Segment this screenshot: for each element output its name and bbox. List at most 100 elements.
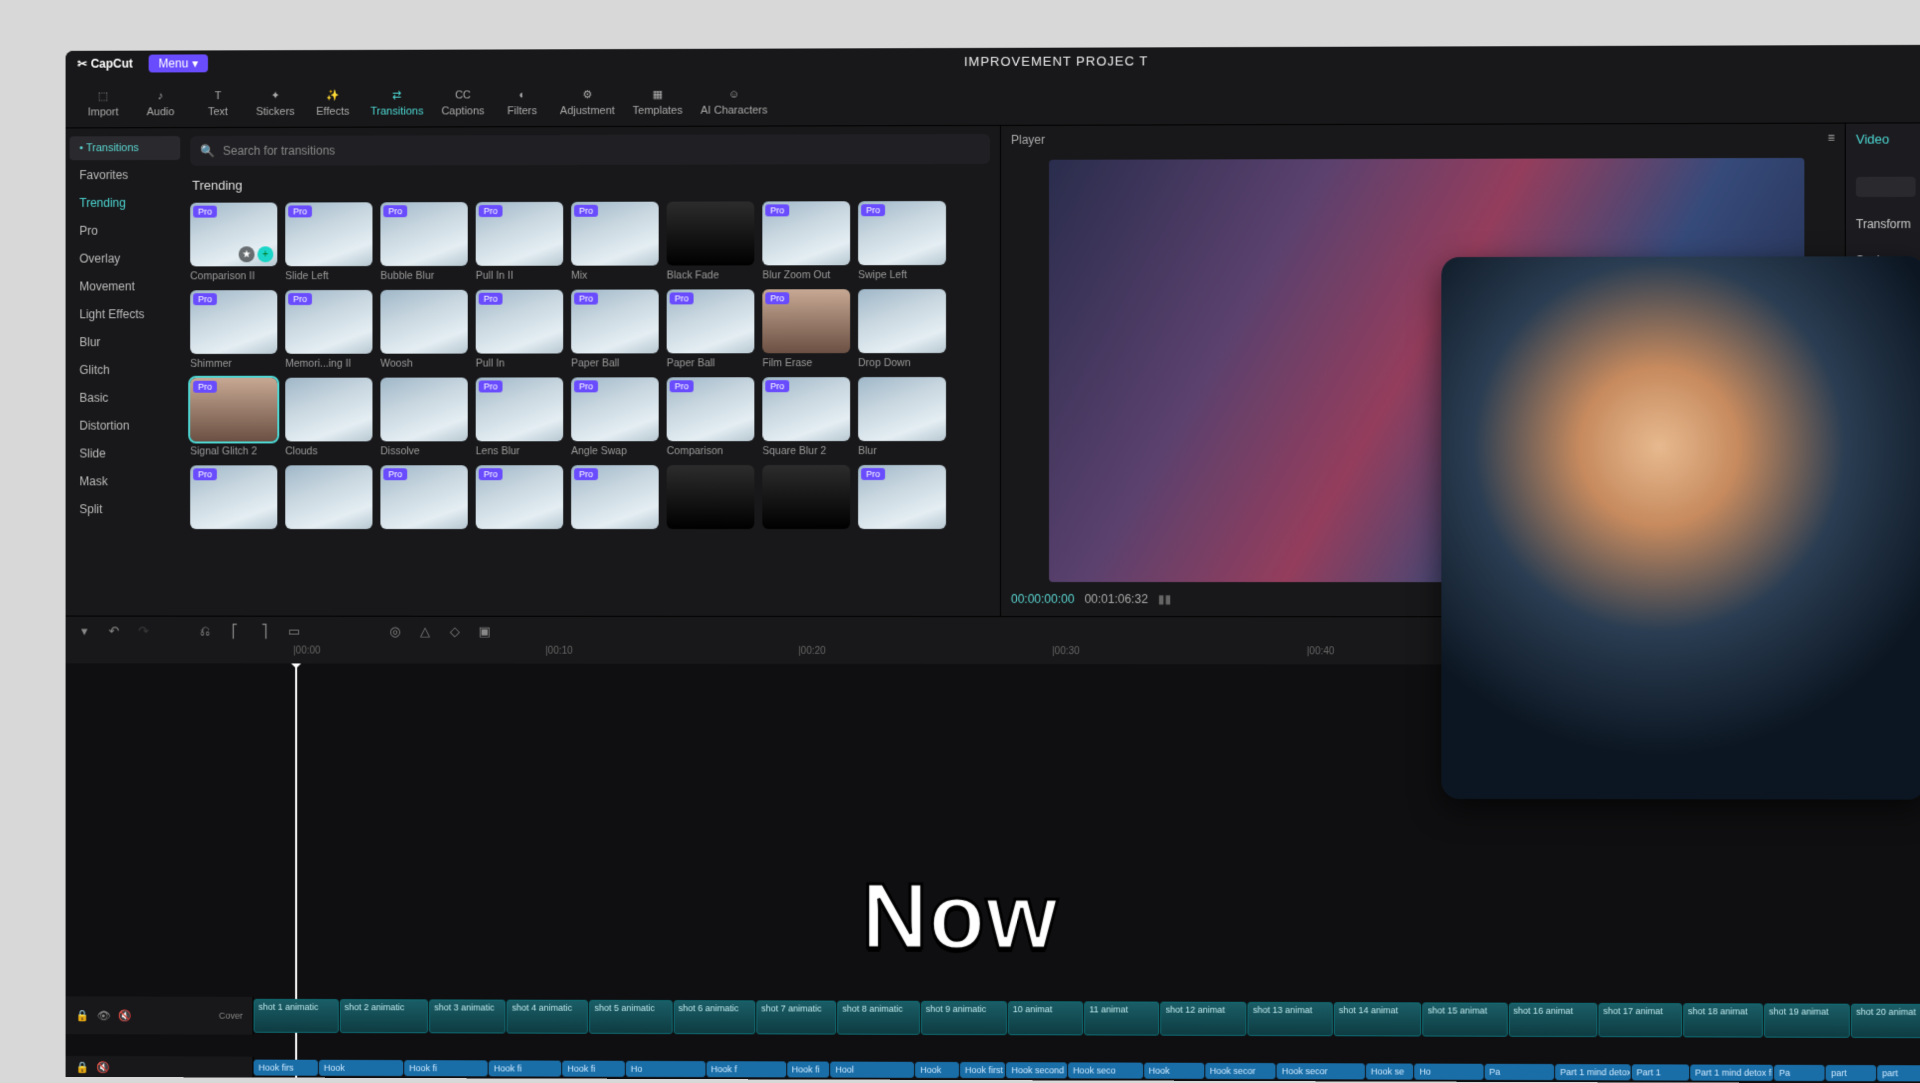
- audio-clip[interactable]: Hook f: [706, 1061, 786, 1077]
- category-trending[interactable]: Trending: [70, 190, 181, 216]
- audio-clip[interactable]: Hook se: [1366, 1063, 1413, 1079]
- transition-thumb[interactable]: Pro: [190, 465, 277, 533]
- audio-track-body[interactable]: Hook firsHookHook fiHook fiHook fiHoHook…: [254, 1057, 1920, 1083]
- audio-clip[interactable]: Hook firs: [254, 1060, 318, 1076]
- category-split[interactable]: Split: [70, 496, 181, 522]
- lock-icon[interactable]: 🔒: [75, 1009, 89, 1022]
- audio-clip[interactable]: part: [1877, 1065, 1920, 1081]
- split-icon[interactable]: ⎌: [196, 622, 214, 640]
- transition-thumb[interactable]: Pro: [571, 465, 659, 533]
- tool-adjustment[interactable]: ⚙Adjustment: [554, 81, 621, 121]
- audio-clip[interactable]: part: [1826, 1065, 1876, 1081]
- transition-thumb[interactable]: Pro: [858, 465, 946, 533]
- transition-thumb[interactable]: Pro: [476, 465, 563, 533]
- audio-clip[interactable]: Hook: [915, 1062, 959, 1078]
- delete-icon[interactable]: ▭: [285, 622, 303, 640]
- transition-thumb[interactable]: ProSwipe Left: [858, 201, 946, 281]
- favorite-icon[interactable]: ★: [239, 246, 255, 262]
- transition-thumb[interactable]: ProPaper Ball: [571, 289, 659, 369]
- video-clip[interactable]: shot 12 animat: [1161, 1002, 1247, 1036]
- transition-thumb[interactable]: ProPaper Ball: [667, 289, 755, 369]
- tool-ai-characters[interactable]: ☺AI Characters: [695, 80, 774, 120]
- audio-clip[interactable]: Hook: [1144, 1063, 1204, 1079]
- video-clip[interactable]: shot 16 animat: [1508, 1003, 1597, 1037]
- split-left-icon[interactable]: ⎡: [226, 622, 244, 640]
- transition-thumb[interactable]: Pro: [380, 465, 467, 533]
- audio-clip[interactable]: Hook secor: [1277, 1063, 1365, 1079]
- props-tab-video[interactable]: Video: [1856, 131, 1916, 146]
- video-clip[interactable]: shot 2 animatic: [340, 999, 429, 1033]
- audio-clip[interactable]: Part 1 mind detox first paragraph.mp: [1690, 1064, 1773, 1080]
- transition-thumb[interactable]: [762, 465, 850, 533]
- category-light-effects[interactable]: Light Effects: [70, 301, 181, 327]
- cover-button[interactable]: Cover: [219, 1011, 243, 1021]
- tool-transitions[interactable]: ⇄Transitions: [365, 81, 430, 121]
- transition-thumb[interactable]: ProMix: [571, 202, 659, 282]
- video-clip[interactable]: shot 17 animat: [1598, 1003, 1682, 1037]
- audio-clip[interactable]: Hook fi: [404, 1060, 488, 1076]
- transition-thumb[interactable]: [667, 465, 755, 533]
- audio-clip[interactable]: Part 1: [1631, 1064, 1689, 1080]
- tool-filters[interactable]: ◐Filters: [496, 81, 548, 121]
- transition-thumb[interactable]: [285, 465, 372, 533]
- transition-thumb[interactable]: ProSignal Glitch 2: [190, 378, 277, 458]
- video-clip[interactable]: shot 7 animatic: [756, 1000, 836, 1034]
- audio-clip[interactable]: Pa: [1484, 1064, 1554, 1080]
- category-blur[interactable]: Blur: [70, 329, 181, 355]
- video-clip[interactable]: shot 19 animat: [1764, 1003, 1850, 1037]
- category-distortion[interactable]: Distortion: [70, 413, 181, 439]
- tool-templates[interactable]: ▦Templates: [627, 80, 689, 120]
- audio-clip[interactable]: Hook fi: [787, 1061, 830, 1077]
- record-icon[interactable]: ◎: [386, 622, 404, 640]
- scrubber-icon[interactable]: ▮▮: [1158, 592, 1171, 606]
- category-glitch[interactable]: Glitch: [70, 357, 181, 383]
- crop-icon[interactable]: ▣: [476, 622, 494, 640]
- tool-effects[interactable]: ✨Effects: [307, 81, 359, 121]
- transition-thumb[interactable]: ProPull In: [476, 290, 563, 370]
- video-clip[interactable]: shot 18 animat: [1683, 1003, 1763, 1037]
- search-input[interactable]: 🔍 Search for transitions: [190, 134, 990, 166]
- video-clip[interactable]: 11 animat: [1084, 1001, 1159, 1035]
- mute-icon[interactable]: 🔇: [97, 1061, 111, 1074]
- tool-text[interactable]: TText: [192, 82, 243, 122]
- audio-clip[interactable]: Hook fi: [489, 1060, 562, 1076]
- transition-thumb[interactable]: ProBlur Zoom Out: [762, 201, 850, 281]
- video-track-header[interactable]: 🔒 👁 🔇 Cover: [66, 996, 254, 1034]
- transition-thumb[interactable]: ProFilm Erase: [762, 289, 850, 369]
- transition-thumb[interactable]: ProSlide Left: [285, 202, 372, 282]
- tool-audio[interactable]: ♪Audio: [135, 82, 186, 122]
- audio-clip[interactable]: Ho: [626, 1061, 705, 1077]
- audio-clip[interactable]: Hook fi: [563, 1061, 625, 1077]
- video-track-body[interactable]: shot 1 animaticshot 2 animaticshot 3 ani…: [254, 997, 1920, 1041]
- transition-thumb[interactable]: Black Fade: [667, 201, 755, 281]
- video-clip[interactable]: shot 15 animat: [1423, 1002, 1508, 1036]
- undo-icon[interactable]: ↶: [105, 622, 123, 640]
- video-clip[interactable]: shot 6 animatic: [673, 1000, 755, 1034]
- video-clip[interactable]: shot 5 animatic: [589, 1000, 672, 1034]
- video-clip[interactable]: shot 14 animat: [1334, 1002, 1422, 1036]
- transition-thumb[interactable]: ProSquare Blur 2: [762, 377, 850, 457]
- redo-icon[interactable]: ↷: [135, 622, 153, 640]
- tool-captions[interactable]: CCCaptions: [435, 81, 490, 121]
- transition-thumb[interactable]: Blur: [858, 377, 946, 457]
- add-icon[interactable]: +: [257, 246, 273, 262]
- audio-clip[interactable]: Hook: [319, 1060, 403, 1076]
- rotate-icon[interactable]: ◇: [446, 622, 464, 640]
- mirror-icon[interactable]: △: [416, 622, 434, 640]
- category-favorites[interactable]: Favorites: [70, 162, 181, 188]
- transition-thumb[interactable]: ProShimmer: [190, 290, 277, 370]
- category-slide[interactable]: Slide: [70, 441, 181, 467]
- category-movement[interactable]: Movement: [70, 273, 181, 299]
- video-clip[interactable]: shot 8 animatic: [837, 1001, 920, 1035]
- audio-track-header[interactable]: 🔒 🔇: [66, 1056, 254, 1079]
- transition-thumb[interactable]: Clouds: [285, 378, 372, 458]
- audio-clip[interactable]: Hool: [830, 1062, 914, 1078]
- audio-clip[interactable]: Hook first par: [960, 1062, 1005, 1078]
- tool-import[interactable]: ⬚Import: [77, 82, 128, 122]
- audio-clip[interactable]: Pa: [1774, 1065, 1825, 1081]
- category-overlay[interactable]: Overlay: [70, 246, 181, 272]
- pointer-tool-icon[interactable]: ▾: [75, 622, 93, 640]
- video-clip[interactable]: 10 animat: [1008, 1001, 1083, 1035]
- category--transitions[interactable]: • Transitions: [70, 136, 181, 160]
- eye-icon[interactable]: 👁: [97, 1009, 111, 1022]
